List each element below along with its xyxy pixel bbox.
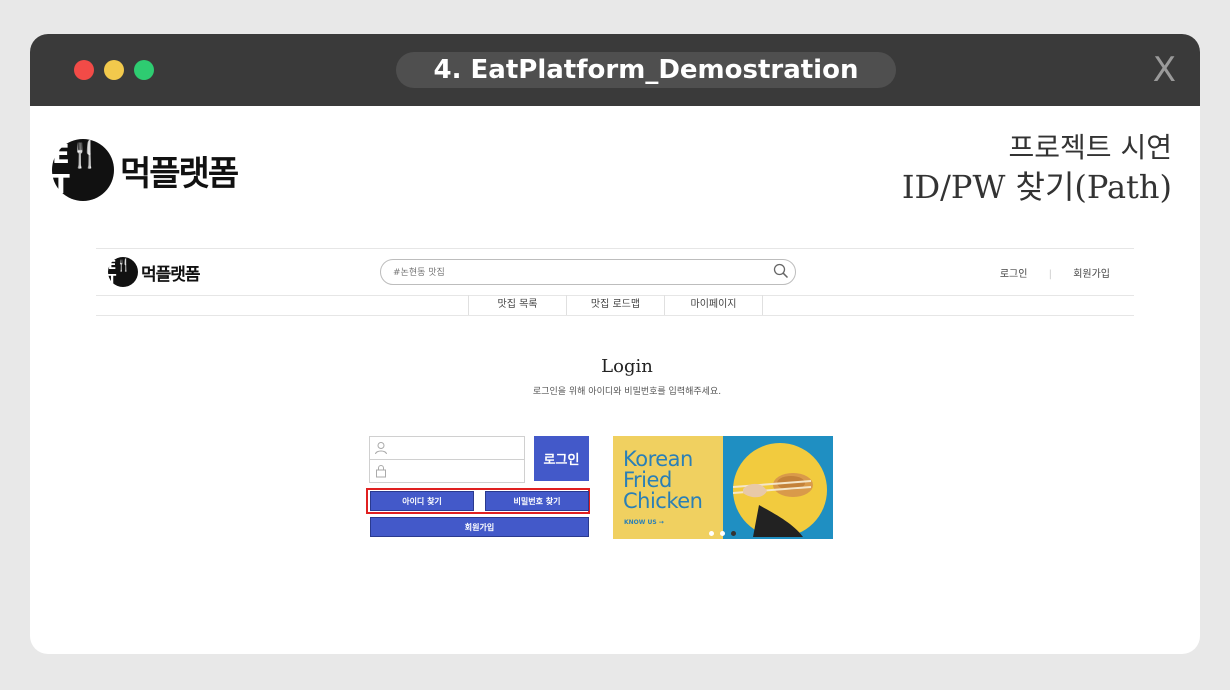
login-link[interactable]: 로그인 — [1000, 265, 1028, 280]
banner-line-3: Chicken — [623, 489, 703, 513]
slide-dot-active[interactable] — [731, 531, 736, 536]
banner-line-2: Fried — [623, 468, 672, 492]
slide-title: ID/PW 찾기(Path) — [901, 168, 1172, 206]
id-input[interactable] — [392, 440, 522, 458]
title-bar: 4. EatPlatform_Demostration X — [30, 34, 1200, 106]
chicken-chopsticks-icon — [732, 473, 813, 537]
search-input[interactable] — [391, 263, 755, 283]
slide-dot[interactable] — [720, 531, 725, 536]
slide-subtitle: 프로젝트 시연 — [1008, 131, 1172, 164]
banner-food-image — [732, 443, 827, 537]
login-heading: Login — [601, 356, 653, 377]
close-icon[interactable]: X — [1153, 50, 1176, 90]
search-icon[interactable] — [773, 263, 789, 279]
id-field — [369, 436, 525, 460]
search-box — [380, 259, 796, 285]
presentation-window: 4. EatPlatform_Demostration X E🍴T 먹플랫폼 프… — [30, 34, 1200, 654]
join-button[interactable]: 회원가입 — [370, 517, 589, 537]
logo-badge: E🍴T — [52, 139, 114, 201]
link-divider: | — [1048, 269, 1052, 280]
menu-item-mypage[interactable]: 마이페이지 — [664, 295, 763, 315]
banner-cta-link[interactable]: KNOW US → — [624, 519, 664, 526]
website-screenshot: E🍴T 먹플랫폼 로그인 | 회원가입 맛집 목록 맛집 로드맵 마이페이지 — [96, 248, 1134, 588]
lock-icon — [376, 465, 386, 478]
banner-cta-label: KNOW US — [624, 519, 657, 526]
login-button[interactable]: 로그인 — [534, 436, 589, 481]
slide-dot[interactable] — [709, 531, 714, 536]
banner-line-1: Korean — [623, 447, 693, 471]
main-menu: 맛집 목록 맛집 로드맵 마이페이지 — [96, 295, 1134, 316]
site-logo-text: 먹플랫폼 — [141, 264, 201, 285]
user-icon — [375, 442, 387, 455]
site-logo[interactable]: E🍴T 먹플랫폼 — [108, 257, 201, 287]
password-field — [369, 459, 525, 483]
maximize-window-dot[interactable] — [134, 60, 154, 80]
promo-banner[interactable]: Korean Fried Chicken KNOW US → — [613, 436, 833, 539]
find-password-button[interactable]: 비밀번호 찾기 — [485, 491, 589, 511]
close-window-dot[interactable] — [74, 60, 94, 80]
arrow-right-icon: → — [658, 519, 664, 526]
window-title: 4. EatPlatform_Demostration — [396, 52, 896, 88]
logo-text: 먹플랫폼 — [120, 153, 239, 194]
site-header: E🍴T 먹플랫폼 로그인 | 회원가입 — [96, 248, 1134, 296]
login-description: 로그인을 위해 아이디와 비밀번호를 입력해주세요. — [532, 387, 722, 397]
signup-link[interactable]: 회원가입 — [1073, 265, 1110, 280]
slide-logo: E🍴T 먹플랫폼 — [52, 139, 239, 201]
menu-item-roadmap[interactable]: 맛집 로드맵 — [566, 295, 664, 315]
site-logo-badge: E🍴T — [108, 257, 138, 287]
menu-item-restaurants[interactable]: 맛집 목록 — [468, 295, 566, 315]
top-links: 로그인 | 회원가입 — [1000, 265, 1110, 280]
minimize-window-dot[interactable] — [104, 60, 124, 80]
password-input[interactable] — [392, 463, 522, 481]
banner-pagination — [709, 531, 742, 536]
find-id-button[interactable]: 아이디 찾기 — [370, 491, 474, 511]
